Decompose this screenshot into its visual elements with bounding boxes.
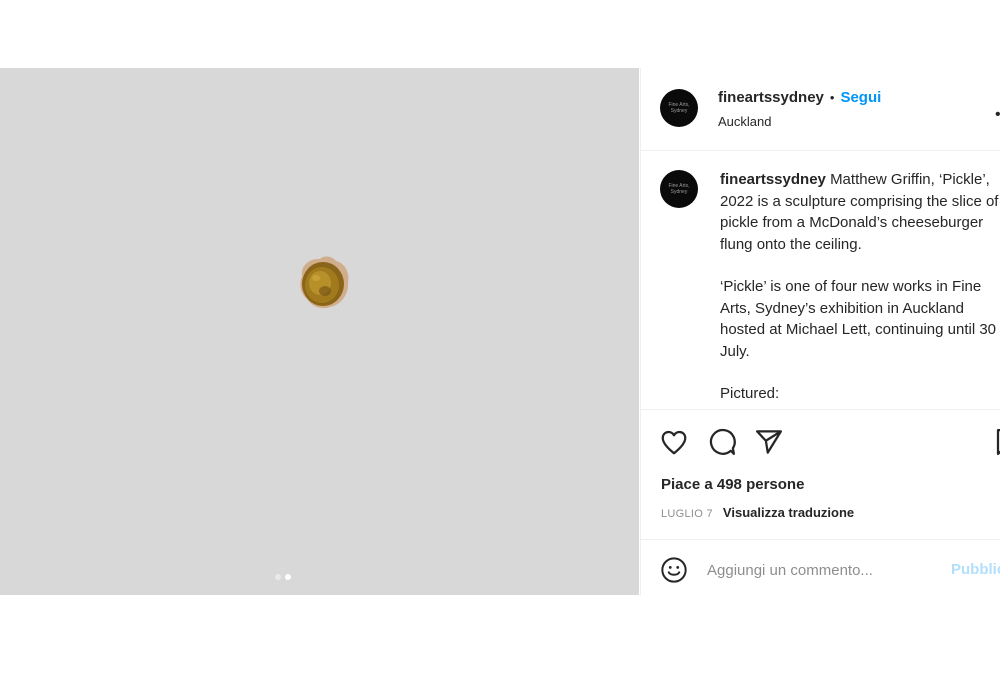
- avatar-text: Fine Arts, Sydney: [668, 183, 690, 195]
- carousel-dot: [275, 574, 281, 580]
- caption-username[interactable]: fineartssydney: [720, 171, 826, 188]
- location-link[interactable]: Auckland: [718, 114, 771, 129]
- date-line: LUGLIO 7 Visualizza traduzione: [661, 505, 854, 520]
- post-container: Fine Arts, Sydney fineartssydney • Segui…: [0, 68, 1000, 595]
- more-options-icon[interactable]: ••: [995, 106, 1000, 124]
- translate-link[interactable]: Visualizza traduzione: [723, 505, 854, 520]
- post-sidebar: Fine Arts, Sydney fineartssydney • Segui…: [640, 68, 1000, 595]
- carousel-indicator: [275, 574, 291, 580]
- likes-count[interactable]: Piace a 498 persone: [661, 476, 804, 493]
- header-name-line: fineartssydney • Segui: [718, 89, 881, 106]
- heart-icon[interactable]: [659, 427, 689, 457]
- comment-bar: Pubblica: [641, 539, 1000, 595]
- share-icon[interactable]: [754, 427, 784, 457]
- comment-input[interactable]: [707, 558, 937, 582]
- avatar-text: Fine Arts, Sydney: [668, 102, 690, 114]
- caption-paragraph: Pictured:: [720, 385, 780, 402]
- caption-paragraph: ‘Pickle’ is one of four new works in Fin…: [720, 278, 997, 360]
- post-header: Fine Arts, Sydney fineartssydney • Segui…: [641, 68, 1000, 151]
- avatar[interactable]: Fine Arts, Sydney: [660, 89, 698, 127]
- post-date[interactable]: LUGLIO 7: [661, 508, 713, 520]
- action-bar: Piace a 498 persone LUGLIO 7 Visualizza …: [641, 409, 1000, 540]
- caption-text: fineartssydney Matthew Griffin, ‘Pickle’…: [720, 169, 1000, 405]
- follow-button[interactable]: Segui: [840, 89, 881, 106]
- smiley-icon[interactable]: [660, 556, 688, 584]
- carousel-dot-active: [285, 574, 291, 580]
- caption-paragraph: fineartssydney Matthew Griffin, ‘Pickle’…: [720, 169, 1000, 255]
- caption-avatar[interactable]: Fine Arts, Sydney: [660, 170, 698, 208]
- bookmark-icon[interactable]: [993, 427, 1000, 457]
- username-link[interactable]: fineartssydney: [718, 89, 824, 106]
- caption-area: Fine Arts, Sydney fineartssydney Matthew…: [641, 151, 1000, 409]
- comment-icon[interactable]: [707, 427, 737, 457]
- publish-button[interactable]: Pubblica: [951, 561, 1000, 578]
- post-media[interactable]: [0, 68, 639, 595]
- pickle-photo: [300, 256, 349, 309]
- separator-dot: •: [829, 90, 835, 105]
